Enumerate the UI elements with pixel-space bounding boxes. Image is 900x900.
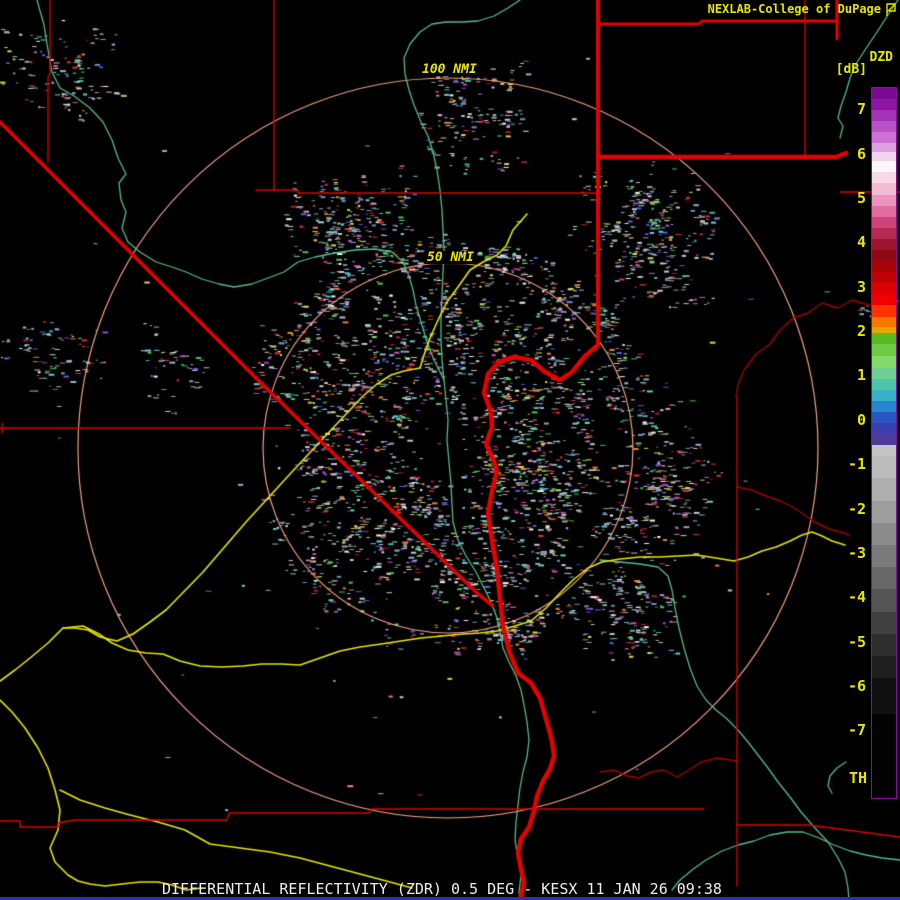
- colorbar-step: [872, 317, 896, 327]
- colorbar-step: [872, 333, 896, 345]
- colorbar-step: [872, 272, 896, 283]
- colorbar-step: [872, 434, 896, 445]
- colorbar-step: [872, 344, 896, 356]
- colorbar-step: [872, 589, 896, 611]
- colorbar-step: [872, 567, 896, 589]
- page-title: NEXLAB-College of DuPage: [708, 3, 881, 15]
- colorbar-tick-label: -7: [826, 723, 866, 738]
- colorbar-step: [872, 401, 896, 412]
- colorbar-step: [872, 121, 896, 132]
- colorbar-tick-label: 7: [826, 102, 866, 117]
- colorbar-step: [872, 368, 896, 379]
- colorbar-step: [872, 228, 896, 239]
- colorbar-step: [872, 294, 896, 305]
- status-bar-text: DIFFERENTIAL REFLECTIVITY (ZDR) 0.5 DEG …: [162, 882, 722, 897]
- radar-display-canvas: [0, 0, 900, 900]
- colorbar-step: [872, 379, 896, 390]
- colorbar-threshold-label: TH: [849, 771, 867, 786]
- colorbar-step: [872, 99, 896, 110]
- colorbar-step: [872, 390, 896, 401]
- colorbar-tick-label: -3: [826, 546, 866, 561]
- colorbar-step: [872, 250, 896, 261]
- nexlab-logo-icon: [885, 2, 897, 17]
- colorbar-step: [872, 110, 896, 121]
- colorbar-tick-label: 0: [826, 413, 866, 428]
- colorbar-step: [872, 206, 896, 217]
- colorbar-step: [872, 152, 896, 161]
- colorbar-step: [872, 261, 896, 272]
- colorbar-units-label: [dB]: [836, 63, 867, 76]
- colorbar-step: [872, 714, 896, 798]
- range-ring-label-100nmi: 100 NMI: [420, 63, 479, 76]
- colorbar-step: [872, 132, 896, 143]
- radar-viewer: NEXLAB-College of DuPage DZD [dB] 7 6 5 4 3 2…: [0, 0, 900, 900]
- colorbar-step: [872, 161, 896, 172]
- colorbar-step: [872, 456, 896, 478]
- colorbar-step: [872, 678, 896, 714]
- colorbar-tick-label: -6: [826, 679, 866, 694]
- colorbar-step: [872, 143, 896, 152]
- colorbar-step: [872, 88, 896, 99]
- colorbar-tick-label: -5: [826, 635, 866, 650]
- colorbar-tick-label: 2: [826, 324, 866, 339]
- colorbar: [871, 87, 897, 799]
- colorbar-tick-label: 3: [826, 280, 866, 295]
- colorbar-step: [872, 545, 896, 567]
- colorbar-tick-label: -2: [826, 502, 866, 517]
- colorbar-tick-label: 4: [826, 235, 866, 250]
- range-ring-label-50nmi: 50 NMI: [425, 251, 476, 264]
- colorbar-step: [872, 656, 896, 678]
- colorbar-tick-label: -1: [826, 457, 866, 472]
- colorbar-tick-label: 1: [826, 368, 866, 383]
- colorbar-step: [872, 612, 896, 634]
- colorbar-product-label: DZD: [870, 51, 893, 64]
- colorbar-step: [872, 634, 896, 656]
- colorbar-step: [872, 412, 896, 423]
- colorbar-tick-label: 5: [826, 191, 866, 206]
- colorbar-tick-label: 6: [826, 147, 866, 162]
- colorbar-step: [872, 217, 896, 228]
- colorbar-step: [872, 239, 896, 250]
- colorbar-step: [872, 478, 896, 500]
- colorbar-step: [872, 423, 896, 434]
- colorbar-step: [872, 195, 896, 206]
- colorbar-step: [872, 445, 896, 456]
- colorbar-step: [872, 172, 896, 183]
- colorbar-step: [872, 523, 896, 545]
- colorbar-step: [872, 283, 896, 294]
- colorbar-step: [872, 305, 896, 316]
- colorbar-tick-label: -4: [826, 590, 866, 605]
- colorbar-step: [872, 183, 896, 194]
- colorbar-step: [872, 501, 896, 523]
- colorbar-step: [872, 356, 896, 368]
